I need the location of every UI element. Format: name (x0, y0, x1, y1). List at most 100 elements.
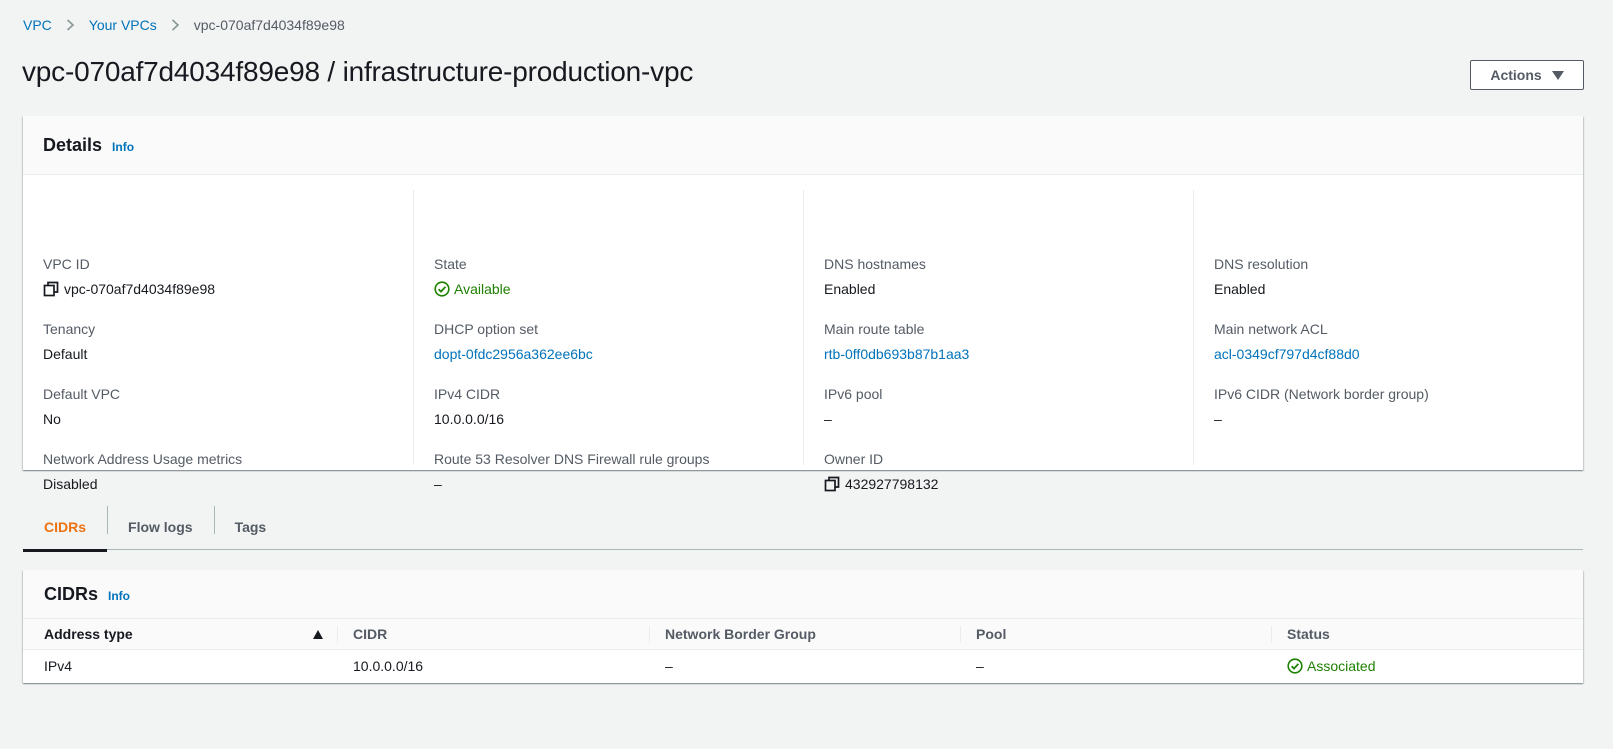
breadcrumb-current: vpc-070af7d4034f89e98 (193, 17, 345, 33)
cidrs-heading: CIDRs (44, 583, 99, 604)
field-value: Enabled (824, 281, 876, 297)
tab-flow-logs[interactable]: Flow logs (107, 504, 214, 550)
cell-network-border-group: – (665, 658, 673, 675)
field-ipv6-pool: IPv6 pool – (824, 385, 882, 428)
field-value: Default (43, 346, 88, 362)
details-panel: Details Info VPC ID vpc-070af7d4034f89e9… (23, 116, 1583, 492)
main-acl-link[interactable]: acl-0349cf797d4cf88d0 (1214, 345, 1360, 363)
field-value: – (824, 411, 832, 427)
status-success-icon (1287, 658, 1303, 674)
cidrs-info-link[interactable]: Info (108, 589, 130, 603)
sort-ascending-icon[interactable] (313, 630, 323, 639)
cell-address-type: IPv4 (44, 658, 73, 675)
field-value: – (434, 476, 442, 492)
main-route-table-link[interactable]: rtb-0ff0db693b87b1aa3 (824, 345, 969, 363)
field-label: Tenancy (43, 321, 96, 337)
column-header-label: Address type (44, 626, 133, 642)
breadcrumb-your-vpcs[interactable]: Your VPCs (89, 17, 157, 33)
details-column-1: VPC ID vpc-070af7d4034f89e98 Tenancy Def… (23, 190, 413, 492)
field-label: Default VPC (43, 386, 121, 402)
cell-cidr: 10.0.0.0/16 (353, 658, 424, 675)
field-tenancy: Tenancy Default (43, 320, 95, 363)
column-header-label: Network Border Group (665, 626, 816, 642)
field-value: Available (434, 280, 511, 298)
field-owner-id: Owner ID 432927798132 (824, 450, 938, 493)
column-header-label: CIDR (353, 626, 388, 642)
breadcrumb: VPC Your VPCs vpc-070af7d4034f89e98 (23, 16, 345, 34)
tab-cidrs[interactable]: CIDRs (23, 504, 108, 552)
column-header-address-type[interactable]: Address type (23, 618, 337, 650)
field-ipv4-cidr: IPv4 CIDR 10.0.0.0/16 (434, 385, 504, 428)
field-dns-hostnames: DNS hostnames Enabled (824, 255, 926, 298)
table-header-row: Address type CIDR Network Border Group P… (23, 618, 1583, 650)
cell-status: Associated (1271, 650, 1583, 683)
actions-button[interactable]: Actions (1470, 60, 1584, 90)
field-dhcp: DHCP option set dopt-0fdc2956a362ee6bc (434, 320, 593, 363)
table-row: IPv4 10.0.0.0/16 – – Associated (23, 650, 1583, 683)
field-main-route-table: Main route table rtb-0ff0db693b87b1aa3 (824, 320, 969, 363)
field-label: IPv6 CIDR (Network border group) (1214, 386, 1429, 402)
status-success-icon (434, 281, 450, 297)
field-label: Main network ACL (1214, 321, 1328, 337)
field-value: vpc-070af7d4034f89e98 (43, 280, 215, 298)
column-header-network-border-group[interactable]: Network Border Group (649, 618, 960, 650)
actions-label: Actions (1490, 67, 1542, 83)
field-label: IPv6 pool (824, 386, 883, 402)
field-value: Disabled (43, 476, 98, 492)
cell-pool: – (976, 658, 984, 675)
field-label: State (434, 256, 467, 272)
field-label: IPv4 CIDR (434, 386, 501, 402)
field-route53: Route 53 Resolver DNS Firewall rule grou… (434, 450, 709, 493)
field-label: DHCP option set (434, 321, 539, 337)
breadcrumb-vpc[interactable]: VPC (23, 17, 52, 33)
details-column-3: DNS hostnames Enabled Main route table r… (803, 190, 1193, 492)
details-header: Details Info (23, 116, 1583, 175)
field-value: Enabled (1214, 281, 1266, 297)
column-header-status[interactable]: Status (1271, 618, 1583, 650)
details-body: VPC ID vpc-070af7d4034f89e98 Tenancy Def… (23, 175, 1583, 492)
field-dns-resolution: DNS resolution Enabled (1214, 255, 1308, 298)
dhcp-link[interactable]: dopt-0fdc2956a362ee6bc (434, 345, 593, 363)
state-value: Available (454, 281, 511, 297)
caret-down-icon (1551, 70, 1564, 80)
field-label: VPC ID (43, 256, 90, 272)
tab-list: CIDRs Flow logs Tags (23, 504, 1583, 552)
copy-icon[interactable] (43, 281, 59, 297)
details-column-2: State Available DHCP option set dopt-0fd… (413, 190, 803, 492)
field-ipv6-cidr: IPv6 CIDR (Network border group) – (1214, 385, 1429, 428)
field-value: 10.0.0.0/16 (434, 411, 505, 427)
column-header-label: Status (1287, 626, 1330, 642)
field-label: Route 53 Resolver DNS Firewall rule grou… (434, 451, 710, 467)
vpc-details-page: VPC Your VPCs vpc-070af7d4034f89e98 vpc-… (0, 0, 1613, 749)
field-label: DNS resolution (1214, 256, 1309, 272)
field-vpc-id: VPC ID vpc-070af7d4034f89e98 (43, 255, 215, 298)
owner-id-value: 432927798132 (845, 476, 939, 492)
cidrs-panel: CIDRs Info Address type CIDR Network Bor… (23, 570, 1583, 683)
field-nau-metrics: Network Address Usage metrics Disabled (43, 450, 242, 493)
cidrs-header: CIDRs Info (23, 570, 1583, 618)
copy-icon[interactable] (824, 476, 840, 492)
details-heading: Details (43, 134, 103, 155)
field-default-vpc: Default VPC No (43, 385, 120, 428)
field-label: DNS hostnames (824, 256, 926, 272)
field-label: Main route table (824, 321, 925, 337)
status-label: Associated (1307, 658, 1376, 675)
field-main-acl: Main network ACL acl-0349cf797d4cf88d0 (1214, 320, 1360, 363)
tab-tags[interactable]: Tags (213, 504, 288, 550)
column-header-label: Pool (976, 626, 1007, 642)
column-header-cidr[interactable]: CIDR (337, 618, 649, 650)
vpc-id-value: vpc-070af7d4034f89e98 (64, 281, 216, 297)
column-header-pool[interactable]: Pool (960, 618, 1271, 650)
field-value: 432927798132 (824, 475, 938, 493)
chevron-right-icon (66, 19, 75, 31)
field-state: State Available (434, 255, 511, 298)
details-info-link[interactable]: Info (112, 140, 134, 154)
page-title: vpc-070af7d4034f89e98 / infrastructure-p… (22, 56, 694, 87)
status-associated: Associated (1287, 658, 1567, 674)
field-value: No (43, 411, 61, 427)
details-column-4: DNS resolution Enabled Main network ACL … (1193, 190, 1583, 465)
field-value: – (1214, 411, 1222, 427)
field-label: Owner ID (824, 451, 884, 467)
field-label: Network Address Usage metrics (43, 451, 243, 467)
chevron-right-icon (171, 19, 180, 31)
